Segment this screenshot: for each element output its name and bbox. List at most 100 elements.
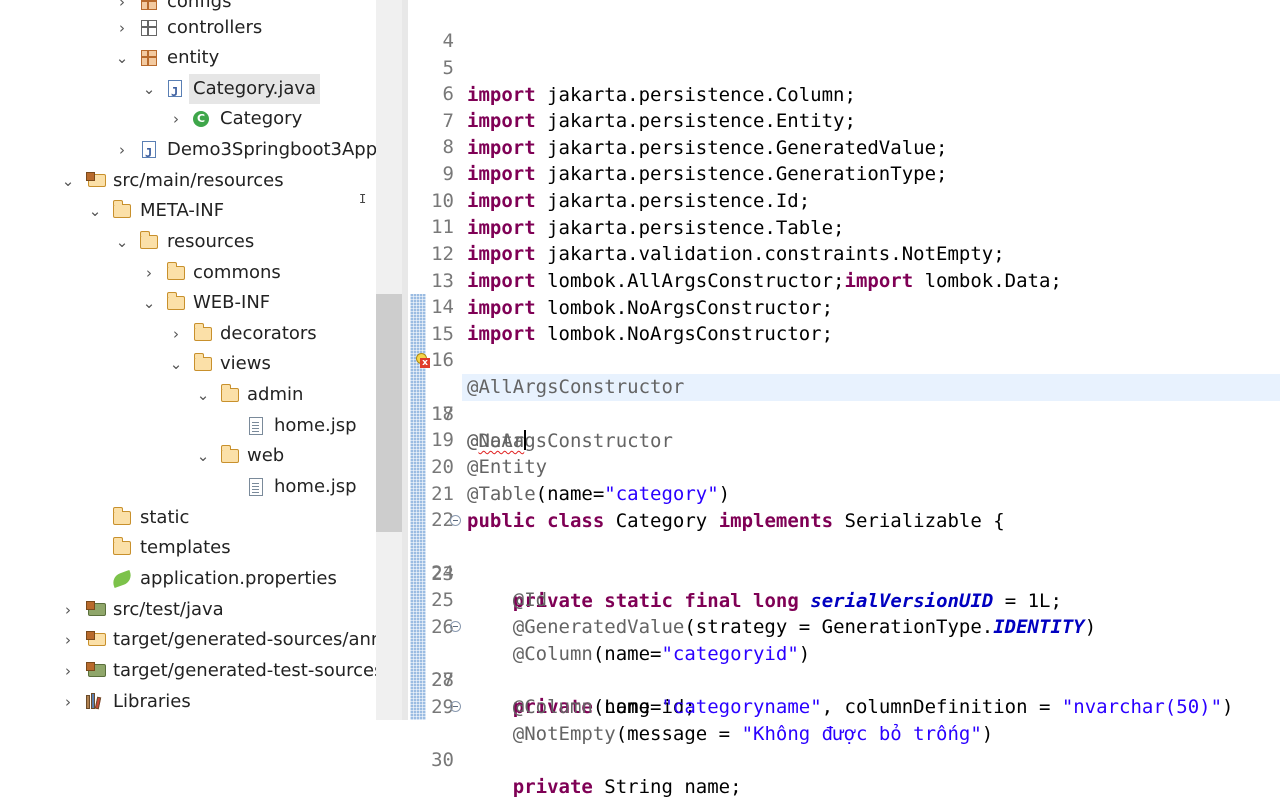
code-line[interactable]: 7 import jakarta.persistence.GeneratedVa… [402,81,1280,159]
folder-icon [220,384,239,404]
source-folder-icon [86,631,106,649]
tree-item-label: templates [140,537,231,558]
package-icon [141,19,159,37]
fold-toggle-icon[interactable] [450,701,461,712]
source-folder-icon [86,601,106,619]
code-line[interactable]: 12 import lombok.AllArgsConstructor;impo… [402,214,1280,292]
chevron-right-icon[interactable]: › [60,625,76,655]
chevron-right-icon[interactable]: › [60,656,76,686]
tree-item-label: Demo3Springboot3App [167,139,376,160]
code-line[interactable]: 11 import jakarta.validation.constraints… [402,187,1280,265]
spring-properties-icon [110,569,134,589]
file-icon [247,417,265,435]
chevron-down-icon[interactable]: ⌄ [60,166,76,196]
folder-icon [193,323,212,343]
chevron-down-icon[interactable]: ⌄ [87,196,103,226]
folder-icon [166,262,185,282]
tree-item-label: web [247,445,285,466]
code-line[interactable]: 25 @GeneratedValue(strategy = Generation… [402,560,1280,638]
java-file-icon [166,77,184,107]
file-icon [247,478,265,496]
code-line[interactable]: 27 private Long id; [402,613,1280,718]
code-line[interactable]: 16 @AllArgsConstructor [402,320,1280,398]
tree-item-label: target/generated-test-sources/test-annot… [113,660,376,681]
tree-item-label: static [140,507,190,528]
code-line[interactable]: 14 import lombok.NoArgsConstructor; [402,267,1280,345]
code-line[interactable]: 4 [402,1,1280,52]
tree-item-label: target/generated-sources/annotations [113,629,376,650]
chevron-right-icon[interactable]: › [114,135,130,165]
code-line[interactable]: 19 @Entity [402,400,1280,478]
code-line[interactable]: 30 private String name; [402,693,1280,798]
code-line[interactable]: 22 [402,480,1280,531]
project-explorer: › configs › controllers ⌄ entity ⌄ Categ… [0,0,376,720]
code-line[interactable]: 15 [402,294,1280,345]
tree-item-label: Libraries [113,691,191,712]
chevron-right-icon[interactable]: › [168,104,184,134]
chevron-down-icon[interactable]: ⌄ [195,441,211,471]
chevron-right-icon[interactable]: › [141,258,157,288]
code-line[interactable]: 21 public class Category implements Seri… [402,454,1280,532]
fold-toggle-icon[interactable] [450,621,461,632]
chevron-down-icon[interactable]: ⌄ [141,74,157,104]
folder-icon [166,292,185,312]
code-text: @NotEmpty(message = "Không được bỏ trống… [512,723,994,745]
code-line[interactable]: 24 @Id [402,533,1280,611]
code-line[interactable]: 9 import jakarta.persistence.Id; [402,134,1280,212]
tree-item-label: resources [167,231,255,252]
source-folder-icon [86,172,106,190]
code-line[interactable]: 8 import jakarta.persistence.GenerationT… [402,107,1280,185]
chevron-down-icon[interactable]: ⌄ [195,380,211,410]
explorer-scrollbar-thumb[interactable] [376,294,402,532]
code-line-current[interactable]: 18 @Data [402,374,1280,452]
code-line[interactable]: 29 @NotEmpty(message = "Không được bỏ tr… [402,667,1280,745]
code-text: private String name; [512,776,742,798]
line-number: 30 [431,749,454,771]
libraries-icon [86,693,104,711]
code-line[interactable]: 6 import jakarta.persistence.Entity; [402,54,1280,132]
tree-item-label: admin [247,384,304,405]
tree-item-label: controllers [167,17,263,38]
source-folder-icon [86,662,106,680]
tree-item-label: decorators [220,323,317,344]
code-line[interactable]: 13 import lombok.NoArgsConstructor; [402,241,1280,319]
tree-item-label: src/test/java [113,599,224,620]
folder-icon [193,353,212,373]
tree-item-label: Category.java [189,74,321,104]
tree-item-label: src/main/resources [113,170,284,191]
chevron-down-icon[interactable]: ⌄ [114,43,130,73]
code-line[interactable]: 28 @Column(name="categoryname", columnDe… [402,640,1280,718]
explorer-scrollbar[interactable] [376,0,402,720]
chevron-down-icon[interactable]: ⌄ [168,349,184,379]
code-line[interactable]: 23 private static final long serialVersi… [402,507,1280,612]
text-cursor-icon: I [359,192,367,206]
tree-item-label: WEB-INF [193,292,271,313]
class-icon: C [193,110,211,128]
tree-item-label: commons [193,262,281,283]
chevron-down-icon[interactable]: ⌄ [141,288,157,318]
code-line[interactable]: 10 import jakarta.persistence.Table; [402,161,1280,239]
tree-item-label: Category [220,108,303,129]
chevron-right-icon[interactable]: › [168,319,184,349]
chevron-right-icon[interactable]: › [114,13,130,43]
code-line[interactable]: x 17 @NoArgsConstructor [402,347,1280,452]
folder-icon [220,445,239,465]
code-line[interactable]: 5 import jakarta.persistence.Column; [402,28,1280,106]
folder-icon [139,231,158,251]
tree-item-label: home.jsp [274,415,357,436]
code-line[interactable]: 26 @Column(name="categoryid") [402,587,1280,665]
package-icon [141,49,159,67]
chevron-right-icon[interactable]: › [60,595,76,625]
folder-icon [112,200,131,220]
java-file-icon [140,138,158,168]
package-icon [141,0,159,11]
tree-item-label: META-INF [140,200,225,221]
fold-toggle-icon[interactable] [450,515,461,526]
code-line[interactable]: 20 @Table(name="category") [402,427,1280,505]
chevron-down-icon[interactable]: ⌄ [114,227,130,257]
tree-item-label: views [220,353,271,374]
chevron-right-icon[interactable]: › [60,687,76,717]
lightbulb-error-icon[interactable]: x [416,353,432,369]
tree-item-label: entity [167,47,220,68]
folder-icon [112,507,131,527]
